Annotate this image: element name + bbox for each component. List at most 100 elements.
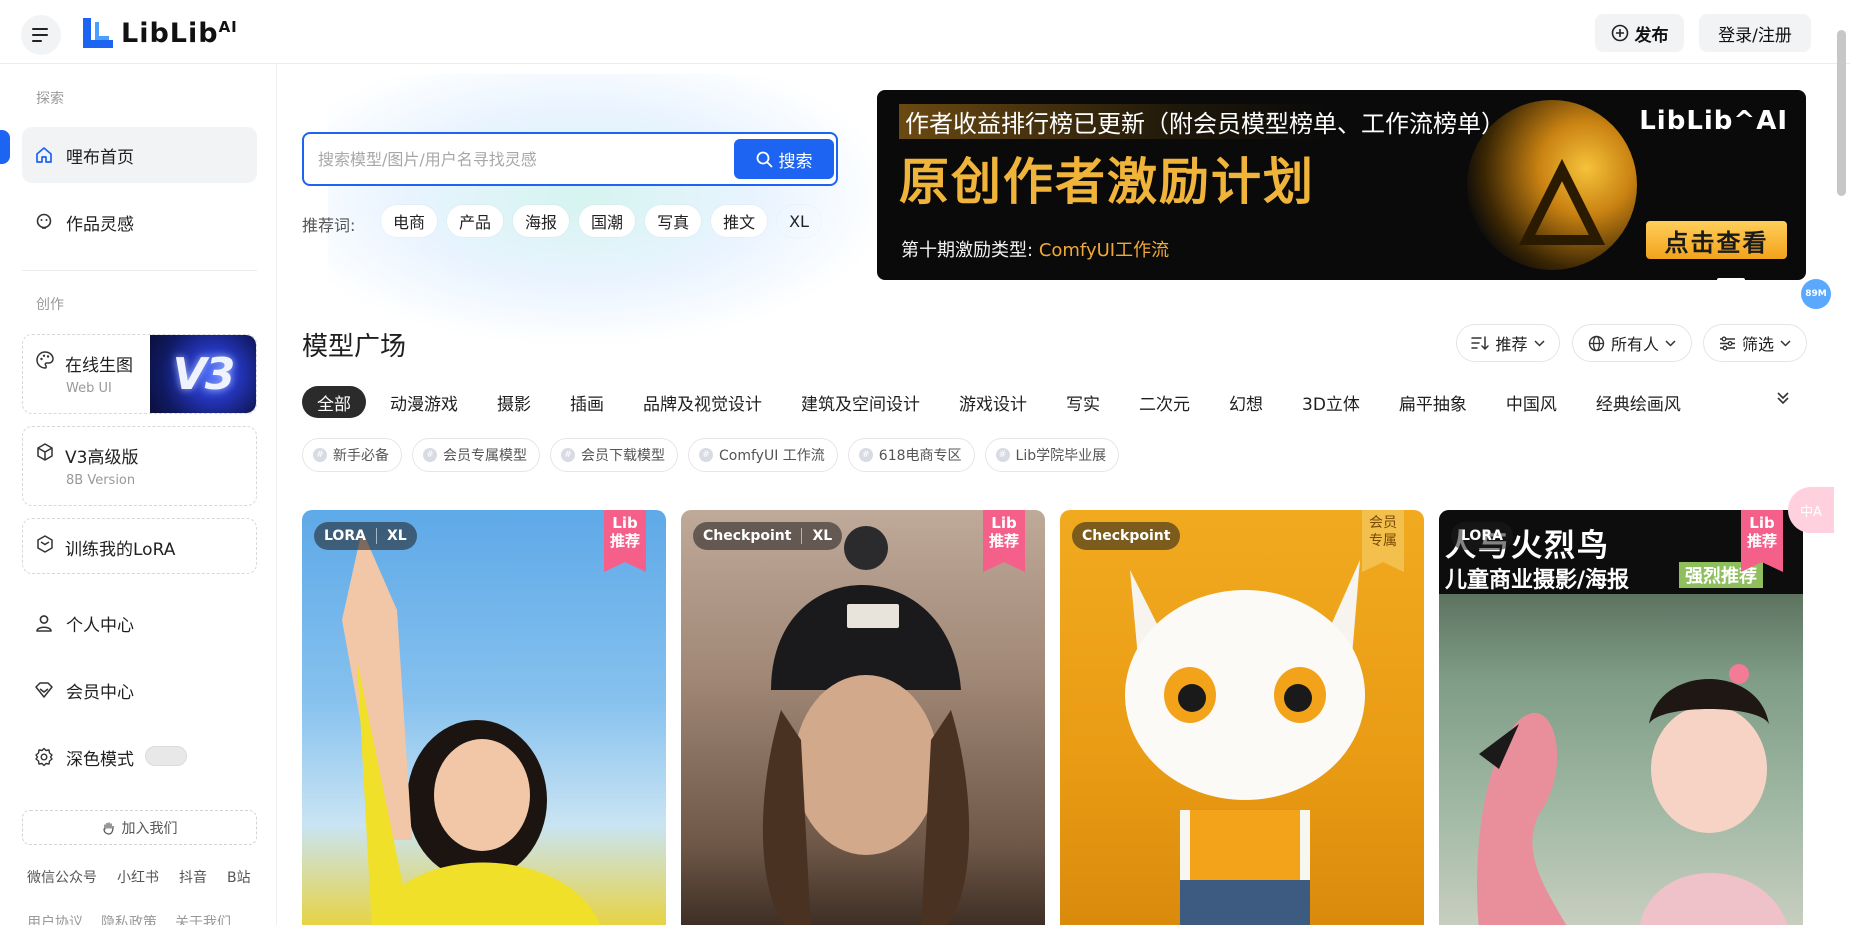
model-type-tag: LORA XL [314,522,417,550]
banner-pagination-dot[interactable] [1717,278,1745,280]
dark-mode-toggle[interactable] [145,746,187,766]
recommend-tag[interactable]: 产品 [447,205,504,237]
chevron-down-icon [1533,339,1545,347]
banner-logo-mark-icon [1518,158,1606,245]
topic-chip[interactable]: # 新手必备 [302,438,402,472]
tab-category[interactable]: 游戏设计 [944,386,1042,418]
filter-dropdown[interactable]: 筛选 [1703,324,1807,362]
topic-chip[interactable]: # Lib学院毕业展 [984,438,1120,472]
hand-icon [102,821,114,835]
owner-dropdown[interactable]: 所有人 [1572,324,1692,362]
tab-category[interactable]: 动漫游戏 [375,386,473,418]
recommend-tag[interactable]: 推文 [711,205,768,237]
card-image-placeholder [1477,664,1788,925]
scrollbar-thumb[interactable] [1837,30,1846,196]
model-type-tag: Checkpoint XL [693,522,843,550]
recommend-tag[interactable]: XL [777,205,821,237]
globe-icon [1588,335,1605,351]
sidebar-item-profile[interactable]: 个人中心 [22,595,257,651]
banner-title: 原创作者激励计划 [899,153,1315,211]
hash-icon: # [561,448,575,462]
v3-badge: V3 [150,335,256,413]
sidebar-section-explore: 探索 [36,91,64,107]
banner-cta-button[interactable]: 点击查看 [1646,221,1787,259]
menu-button[interactable] [21,15,61,55]
link-privacy-policy[interactable]: 隐私政策 [101,912,157,925]
sidebar-item-label: 个人中心 [66,615,134,636]
topic-chip[interactable]: #618电商专区 [847,438,975,472]
tab-category[interactable]: 中国风 [1491,386,1572,418]
diamond-icon [34,680,54,700]
tab-category[interactable]: 二次元 [1124,386,1205,418]
social-link-wechat[interactable]: 微信公众号 [27,867,97,887]
tab-category[interactable]: 插画 [555,386,619,418]
expand-categories-icon[interactable] [1775,390,1791,406]
recommend-label: 推荐词: [302,216,356,235]
sidebar-item-dark-mode: 深色模式 [22,729,257,785]
sidebar-item-label: 会员中心 [66,682,134,703]
active-indicator [0,130,10,164]
tab-category[interactable]: 摄影 [482,386,546,418]
tab-category[interactable]: 建筑及空间设计 [786,386,935,418]
promo-banner[interactable]: 作者收益排行榜已更新（附会员模型榜单、工作流榜单） 原创作者激励计划 第十期激励… [877,90,1806,280]
search-button[interactable]: 搜索 [734,139,834,179]
publish-button[interactable]: 发布 [1595,14,1684,52]
recommend-tag[interactable]: 海报 [513,205,570,237]
translate-button[interactable]: 中A [1788,487,1834,533]
gear-icon [34,747,54,767]
search-icon [756,151,772,167]
recommend-tag[interactable]: 写真 [645,205,702,237]
top-header: LibLibAI 发布 登录/注册 [0,0,1850,64]
banner-subtitle: 第十期激励类型: ComfyUI工作流 [901,240,1170,261]
social-links: 微信公众号 小红书 抖音 B站 [27,867,251,887]
model-card[interactable]: 人与火烈鸟 儿童商业摄影/海报 强烈推荐 LORA Lib 推荐 [1439,510,1803,925]
tab-all[interactable]: 全部 [302,386,366,418]
recommend-tag[interactable]: 电商 [381,205,438,237]
create-card-subtitle: 8B Version [66,473,136,488]
sidebar-item-online-generate[interactable]: 在线生图 Web UI V3 [22,334,257,414]
social-link-xiaohongshu[interactable]: 小红书 [117,867,159,887]
sidebar-item-v3-advanced[interactable]: V3高级版 8B Version [22,426,257,506]
publish-label: 发布 [1634,25,1669,46]
category-tabs: 全部 动漫游戏 摄影 插画 品牌及视觉设计 建筑及空间设计 游戏设计 写实 二次… [302,386,1705,418]
link-about-us[interactable]: 关于我们 [175,912,231,925]
topic-chip[interactable]: # 会员下载模型 [550,438,678,472]
memory-usage-badge[interactable]: 89M [1801,279,1831,309]
topic-chip[interactable]: # ComfyUI 工作流 [688,438,838,472]
sidebar-section-create: 创作 [36,297,64,313]
sidebar-item-inspiration[interactable]: 作品灵感 [22,194,257,250]
sort-icon [1471,336,1490,351]
menu-icon [32,28,48,42]
user-icon [34,613,54,633]
filter-icon [1719,336,1735,350]
tab-category[interactable]: 经典绘画风 [1581,386,1696,418]
sidebar-item-train-lora[interactable]: 训练我的LoRA [22,518,257,574]
topic-chip[interactable]: # 会员专属模型 [412,438,540,472]
logo[interactable]: LibLibAI [81,14,238,52]
sort-dropdown[interactable]: 推荐 [1456,324,1560,362]
cube-icon [35,442,55,466]
recommend-tag[interactable]: 国潮 [579,205,636,237]
tab-category[interactable]: 幻想 [1214,386,1278,418]
sidebar-divider [22,270,257,271]
login-button[interactable]: 登录/注册 [1699,14,1811,52]
model-card[interactable]: LORA XL Lib 推荐 [302,510,666,925]
link-user-agreement[interactable]: 用户协议 [27,912,83,925]
home-icon [34,145,54,165]
sidebar-item-membership[interactable]: 会员中心 [22,662,257,718]
card-image-placeholder [1125,560,1365,925]
tab-category[interactable]: 扁平抽象 [1384,386,1482,418]
sidebar-item-home[interactable]: 哩布首页 [22,127,257,183]
search-input[interactable] [318,144,718,174]
tab-category[interactable]: 品牌及视觉设计 [628,386,777,418]
join-us-button[interactable]: 加入我们 [22,810,257,845]
tab-category[interactable]: 写实 [1051,386,1115,418]
social-link-bilibili[interactable]: B站 [227,867,251,887]
logo-text: LibLibAI [121,17,238,49]
model-card[interactable]: Checkpoint XL Lib 推荐 [681,510,1045,925]
sidebar: 探索 哩布首页 作品灵感 创作 在线生图 Web UI V3 V3高级版 8B … [0,64,277,925]
social-link-douyin[interactable]: 抖音 [179,867,207,887]
tab-category[interactable]: 3D立体 [1287,386,1375,418]
card-overlay-subtitle: 儿童商业摄影/海报 [1445,568,1630,593]
model-card[interactable]: Checkpoint 会员 专属 [1060,510,1424,925]
